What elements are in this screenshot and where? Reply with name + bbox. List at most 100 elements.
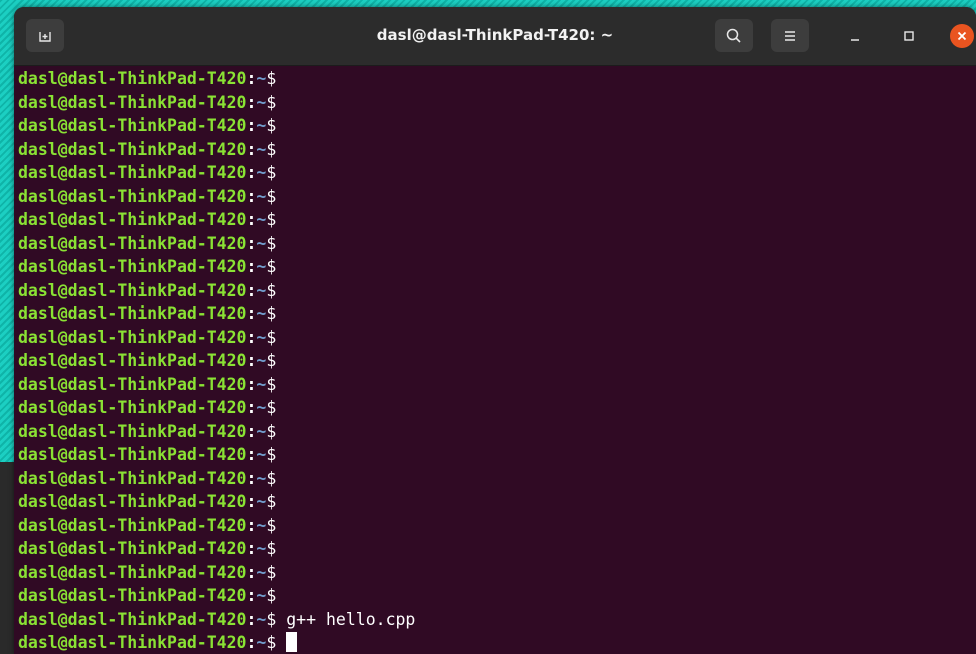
minimize-button[interactable] <box>843 24 867 48</box>
prompt-user-host: dasl@dasl-ThinkPad-T420 <box>18 421 247 441</box>
prompt-colon: : <box>246 421 257 441</box>
prompt-colon: : <box>246 210 257 229</box>
terminal-line: dasl@dasl-ThinkPad-T420:~$ <box>18 279 968 303</box>
terminal-line: dasl@dasl-ThinkPad-T420:~$ <box>18 114 968 138</box>
prompt-colon: : <box>246 92 257 112</box>
prompt-path: ~ <box>256 233 267 253</box>
prompt-colon: : <box>246 139 257 159</box>
prompt-path: ~ <box>256 586 267 605</box>
prompt-colon: : <box>246 233 257 253</box>
prompt-dollar: $ <box>266 374 277 394</box>
search-button[interactable] <box>715 19 753 52</box>
prompt-user-host: dasl@dasl-ThinkPad-T420 <box>18 562 247 582</box>
prompt-colon: : <box>246 69 257 88</box>
prompt-path: ~ <box>256 351 267 370</box>
prompt-dollar: $ <box>266 69 277 88</box>
prompt-path: ~ <box>256 633 267 652</box>
prompt-user-host: dasl@dasl-ThinkPad-T420 <box>18 445 247 464</box>
prompt-dollar: $ <box>266 304 277 323</box>
prompt-path: ~ <box>256 257 267 276</box>
terminal-output[interactable]: dasl@dasl-ThinkPad-T420:~$ dasl@dasl-Thin… <box>18 67 968 654</box>
terminal-line: dasl@dasl-ThinkPad-T420:~$ <box>18 302 968 326</box>
prompt-user-host: dasl@dasl-ThinkPad-T420 <box>18 92 247 112</box>
prompt-path: ~ <box>256 445 267 464</box>
menu-button[interactable] <box>771 19 809 52</box>
terminal-line: dasl@dasl-ThinkPad-T420:~$ <box>18 232 968 256</box>
prompt-path: ~ <box>256 468 267 488</box>
prompt-user-host: dasl@dasl-ThinkPad-T420 <box>18 280 247 300</box>
terminal-line: dasl@dasl-ThinkPad-T420:~$ <box>18 584 968 608</box>
terminal-line: dasl@dasl-ThinkPad-T420:~$ <box>18 185 968 209</box>
prompt-user-host: dasl@dasl-ThinkPad-T420 <box>18 398 247 417</box>
prompt-dollar: $ <box>266 398 277 417</box>
maximize-icon <box>904 31 914 41</box>
prompt-user-host: dasl@dasl-ThinkPad-T420 <box>18 539 247 558</box>
prompt-colon: : <box>246 304 257 323</box>
prompt-path: ~ <box>256 304 267 323</box>
prompt-colon: : <box>246 445 257 464</box>
terminal-line: dasl@dasl-ThinkPad-T420:~$ <box>18 631 968 654</box>
prompt-user-host: dasl@dasl-ThinkPad-T420 <box>18 468 247 488</box>
prompt-user-host: dasl@dasl-ThinkPad-T420 <box>18 304 247 323</box>
prompt-dollar: $ <box>266 539 277 558</box>
prompt-path: ~ <box>256 327 267 347</box>
prompt-dollar: $ <box>266 515 277 535</box>
command-text: g++ hello.cpp <box>276 609 416 629</box>
terminal-line: dasl@dasl-ThinkPad-T420:~$ <box>18 67 968 91</box>
terminal-line: dasl@dasl-ThinkPad-T420:~$ <box>18 561 968 585</box>
prompt-colon: : <box>246 562 257 582</box>
terminal-line: dasl@dasl-ThinkPad-T420:~$ <box>18 349 968 373</box>
prompt-colon: : <box>246 539 257 558</box>
terminal-line: dasl@dasl-ThinkPad-T420:~$ <box>18 443 968 467</box>
title-bar: dasl@dasl-ThinkPad-T420: ~ <box>14 7 976 66</box>
command-text <box>276 633 286 652</box>
prompt-dollar: $ <box>266 233 277 253</box>
prompt-user-host: dasl@dasl-ThinkPad-T420 <box>18 515 247 535</box>
terminal-line: dasl@dasl-ThinkPad-T420:~$ <box>18 208 968 232</box>
prompt-colon: : <box>246 515 257 535</box>
prompt-user-host: dasl@dasl-ThinkPad-T420 <box>18 351 247 370</box>
prompt-path: ~ <box>256 210 267 229</box>
terminal-line: dasl@dasl-ThinkPad-T420:~$ <box>18 91 968 115</box>
prompt-colon: : <box>246 186 257 206</box>
prompt-user-host: dasl@dasl-ThinkPad-T420 <box>18 374 247 394</box>
hamburger-menu-icon <box>785 30 795 41</box>
prompt-path: ~ <box>256 609 267 629</box>
prompt-dollar: $ <box>266 421 277 441</box>
terminal-window: dasl@dasl-ThinkPad-T420: ~ dasl@dasl-Thi… <box>14 7 976 654</box>
text-cursor <box>286 632 298 652</box>
prompt-dollar: $ <box>266 280 277 300</box>
prompt-colon: : <box>246 633 257 652</box>
terminal-line: dasl@dasl-ThinkPad-T420:~$ <box>18 490 968 514</box>
prompt-colon: : <box>246 586 257 605</box>
prompt-dollar: $ <box>266 492 277 511</box>
prompt-dollar: $ <box>266 116 277 135</box>
terminal-line: dasl@dasl-ThinkPad-T420:~$ <box>18 514 968 538</box>
prompt-user-host: dasl@dasl-ThinkPad-T420 <box>18 139 247 159</box>
prompt-path: ~ <box>256 374 267 394</box>
prompt-user-host: dasl@dasl-ThinkPad-T420 <box>18 609 247 629</box>
search-icon <box>726 28 741 43</box>
prompt-dollar: $ <box>266 609 277 629</box>
prompt-user-host: dasl@dasl-ThinkPad-T420 <box>18 210 247 229</box>
prompt-path: ~ <box>256 280 267 300</box>
prompt-dollar: $ <box>266 139 277 159</box>
prompt-path: ~ <box>256 139 267 159</box>
maximize-button[interactable] <box>897 24 921 48</box>
prompt-user-host: dasl@dasl-ThinkPad-T420 <box>18 69 247 88</box>
prompt-dollar: $ <box>266 210 277 229</box>
prompt-dollar: $ <box>266 186 277 206</box>
terminal-line: dasl@dasl-ThinkPad-T420:~$ <box>18 326 968 350</box>
prompt-user-host: dasl@dasl-ThinkPad-T420 <box>18 116 247 135</box>
prompt-user-host: dasl@dasl-ThinkPad-T420 <box>18 586 247 605</box>
prompt-colon: : <box>246 492 257 511</box>
close-button[interactable] <box>950 24 974 48</box>
prompt-user-host: dasl@dasl-ThinkPad-T420 <box>18 327 247 347</box>
terminal-line: dasl@dasl-ThinkPad-T420:~$ <box>18 420 968 444</box>
prompt-path: ~ <box>256 92 267 112</box>
prompt-path: ~ <box>256 421 267 441</box>
prompt-user-host: dasl@dasl-ThinkPad-T420 <box>18 257 247 276</box>
prompt-user-host: dasl@dasl-ThinkPad-T420 <box>18 186 247 206</box>
prompt-user-host: dasl@dasl-ThinkPad-T420 <box>18 633 247 652</box>
terminal-line: dasl@dasl-ThinkPad-T420:~$ <box>18 373 968 397</box>
